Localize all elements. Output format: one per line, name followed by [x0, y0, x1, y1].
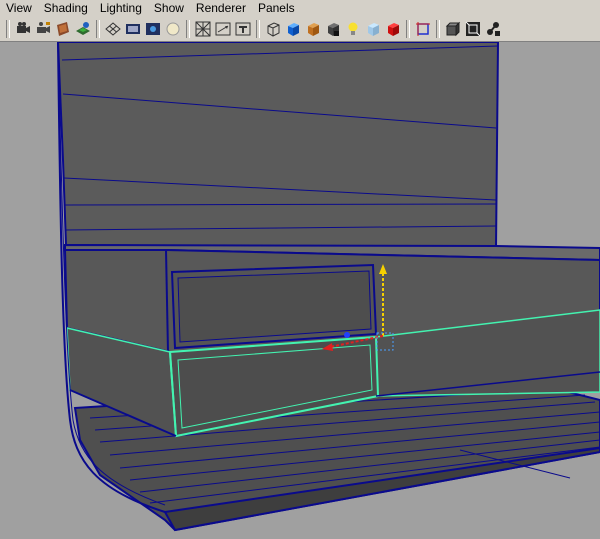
use-lights-icon[interactable]: [324, 20, 342, 38]
viewport-scene: [0, 42, 600, 539]
smooth-shade-icon[interactable]: [284, 20, 302, 38]
shadows-icon[interactable]: [344, 20, 362, 38]
frame-all-icon[interactable]: [414, 20, 432, 38]
menu-show[interactable]: Show: [148, 0, 190, 17]
wireframe-icon[interactable]: [264, 20, 282, 38]
bookmark-icon[interactable]: [54, 20, 72, 38]
textured-icon[interactable]: [304, 20, 322, 38]
safe-action-icon[interactable]: [214, 20, 232, 38]
toolbar-separator: [96, 20, 100, 38]
film-gate-icon[interactable]: [124, 20, 142, 38]
isolate-icon[interactable]: [384, 20, 402, 38]
panel-menubar: View Shading Lighting Show Renderer Pane…: [0, 0, 600, 17]
grid-icon[interactable]: [104, 20, 122, 38]
camera-select-icon[interactable]: [14, 20, 32, 38]
menu-panels[interactable]: Panels: [252, 0, 301, 17]
wire-on-shaded-icon[interactable]: [484, 20, 502, 38]
toolbar-separator: [6, 20, 10, 38]
field-chart-icon[interactable]: [194, 20, 212, 38]
camera-attributes-icon[interactable]: [34, 20, 52, 38]
safe-title-icon[interactable]: [234, 20, 252, 38]
toolbar-separator: [406, 20, 410, 38]
gate-mask-icon[interactable]: [164, 20, 182, 38]
menu-renderer[interactable]: Renderer: [190, 0, 252, 17]
toolbar-separator: [436, 20, 440, 38]
frame-selection-icon[interactable]: [444, 20, 462, 38]
panel-toolbar: [0, 17, 600, 42]
show-manipulators-icon[interactable]: [464, 20, 482, 38]
menu-view[interactable]: View: [0, 0, 38, 17]
menu-shading[interactable]: Shading: [38, 0, 94, 17]
menu-lighting[interactable]: Lighting: [94, 0, 148, 17]
xray-icon[interactable]: [364, 20, 382, 38]
toolbar-separator: [256, 20, 260, 38]
3d-viewport[interactable]: [0, 42, 600, 539]
toolbar-separator: [186, 20, 190, 38]
resolution-gate-icon[interactable]: [144, 20, 162, 38]
image-plane-icon[interactable]: [74, 20, 92, 38]
